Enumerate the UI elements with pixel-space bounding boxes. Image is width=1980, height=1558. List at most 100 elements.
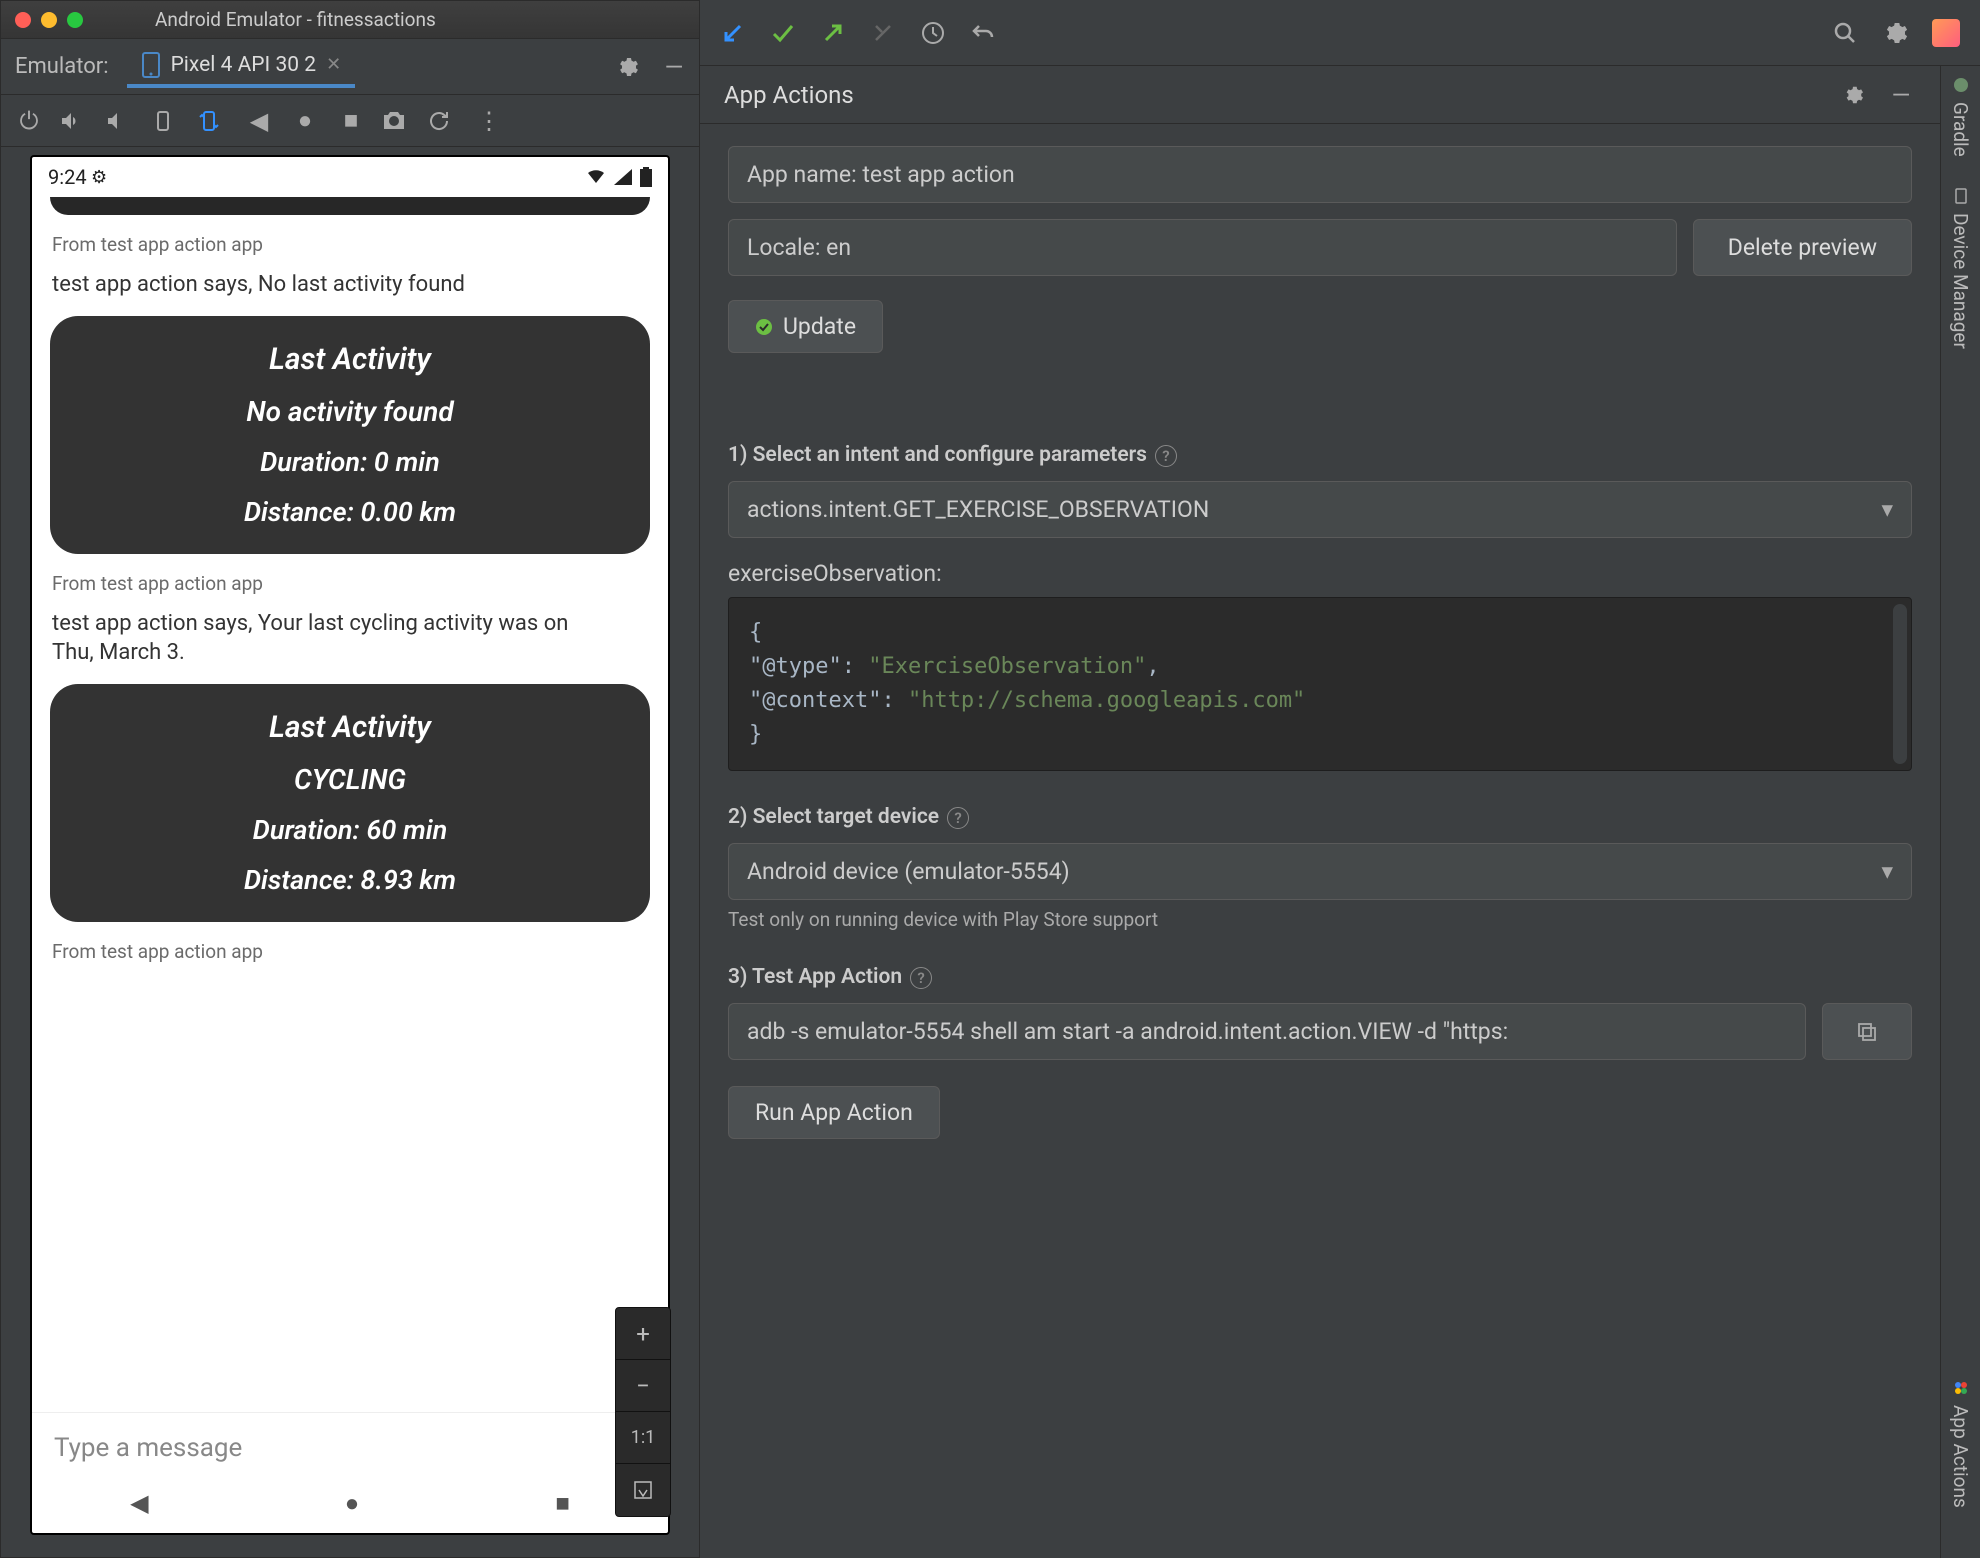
- check-icon[interactable]: [770, 20, 806, 46]
- mac-titlebar: Android Emulator - fitnessactions: [1, 1, 699, 39]
- ide-pane: App Actions — App name: test app action …: [700, 0, 1980, 1558]
- window-title: Android Emulator - fitnessactions: [95, 8, 685, 31]
- chevron-down-icon: ▾: [1881, 858, 1893, 885]
- zoom-in-button[interactable]: +: [616, 1308, 670, 1360]
- overview-icon[interactable]: ■: [335, 106, 367, 135]
- history-icon[interactable]: [920, 20, 956, 46]
- side-rail: Gradle Device Manager App Actions: [1940, 66, 1980, 1558]
- gear-icon[interactable]: [615, 55, 645, 79]
- locale-field[interactable]: Locale: en: [728, 219, 1677, 276]
- card-title: Last Activity: [70, 710, 630, 745]
- step-label: 1) Select an intent and configure parame…: [728, 443, 1912, 467]
- user-avatar[interactable]: [1932, 19, 1960, 47]
- zoom-reset-button[interactable]: 1:1: [616, 1412, 670, 1464]
- copy-button[interactable]: [1822, 1003, 1912, 1060]
- panel-title: App Actions: [724, 81, 854, 109]
- wifi-icon: [586, 169, 606, 185]
- card-line: Distance: 8.93 km: [70, 864, 630, 896]
- device-hint: Test only on running device with Play St…: [728, 908, 1912, 931]
- step-label: 2) Select target device?: [728, 805, 1912, 829]
- nav-home-icon[interactable]: ●: [345, 1489, 360, 1518]
- siderail-app-actions[interactable]: App Actions: [1949, 1379, 1972, 1508]
- intent-value: actions.intent.GET_EXERCISE_OBSERVATION: [747, 496, 1209, 523]
- settings-icon[interactable]: [1882, 20, 1918, 46]
- chevron-down-icon: ▾: [1881, 496, 1893, 523]
- help-icon[interactable]: ?: [947, 807, 969, 829]
- ide-toolbar: [700, 0, 1980, 66]
- chat-area[interactable]: From test app action app test app action…: [32, 197, 668, 1412]
- from-label: From test app action app: [52, 572, 650, 595]
- siderail-gradle[interactable]: Gradle: [1949, 76, 1972, 157]
- back-icon[interactable]: ◀: [243, 107, 275, 135]
- delete-preview-button[interactable]: Delete preview: [1693, 219, 1912, 276]
- arrow-up-right-icon[interactable]: [820, 20, 856, 46]
- activity-card: Last Activity No activity found Duration…: [50, 316, 650, 554]
- from-label: From test app action app: [52, 233, 650, 256]
- power-icon[interactable]: ⏻: [13, 107, 45, 135]
- undo-icon[interactable]: [970, 20, 1006, 46]
- screenshot-icon[interactable]: [381, 110, 413, 132]
- rotate-left-icon[interactable]: [151, 109, 183, 133]
- nav-overview-icon[interactable]: ■: [555, 1489, 570, 1518]
- refresh-icon[interactable]: [427, 109, 459, 133]
- volume-up-icon[interactable]: [59, 109, 91, 133]
- panel-minimize-icon[interactable]: —: [1886, 81, 1916, 109]
- card-line: Distance: 0.00 km: [70, 496, 630, 528]
- help-icon[interactable]: ?: [1155, 445, 1177, 467]
- home-icon[interactable]: ●: [289, 106, 321, 135]
- panel-header: App Actions —: [700, 66, 1940, 124]
- device-select[interactable]: Android device (emulator-5554) ▾: [728, 843, 1912, 900]
- zoom-fit-button[interactable]: [616, 1464, 670, 1516]
- branch-disabled-icon: [870, 20, 906, 46]
- close-tab-icon[interactable]: ✕: [326, 54, 341, 75]
- card-line: Duration: 0 min: [70, 446, 630, 478]
- emulator-pane: Android Emulator - fitnessactions Emulat…: [0, 0, 700, 1558]
- arrow-down-left-icon[interactable]: [720, 20, 756, 46]
- update-button[interactable]: Update: [728, 300, 883, 353]
- android-nav-bar: ◀ ● ■: [32, 1473, 668, 1533]
- app-name-field[interactable]: App name: test app action: [728, 146, 1912, 203]
- scrollbar[interactable]: [1893, 604, 1907, 764]
- close-window-icon[interactable]: [15, 12, 31, 28]
- panel-gear-icon[interactable]: [1842, 84, 1872, 106]
- emulator-tab-label: Pixel 4 API 30 2: [171, 53, 317, 77]
- intent-select[interactable]: actions.intent.GET_EXERCISE_OBSERVATION …: [728, 481, 1912, 538]
- activity-card: Last Activity CYCLING Duration: 60 min D…: [50, 684, 650, 922]
- card-line: Duration: 60 min: [70, 814, 630, 846]
- assistant-text: test app action says, Your last cycling …: [52, 609, 612, 668]
- from-label: From test app action app: [52, 940, 650, 963]
- json-editor[interactable]: { "@type": "ExerciseObservation", "@cont…: [728, 597, 1912, 771]
- rotate-right-icon[interactable]: [197, 109, 229, 133]
- status-bar: 9:24 ⚙: [32, 157, 668, 197]
- phone-icon: [141, 52, 161, 78]
- battery-icon: [640, 167, 652, 187]
- run-app-action-button[interactable]: Run App Action: [728, 1086, 940, 1139]
- status-gear-icon: ⚙: [87, 167, 108, 188]
- zoom-controls: + − 1:1: [615, 1307, 671, 1517]
- step-label: 3) Test App Action?: [728, 965, 1912, 989]
- update-label: Update: [783, 313, 856, 340]
- emulator-toolbar: ⏻ ◀ ● ■ ⋮: [1, 95, 699, 147]
- volume-down-icon[interactable]: [105, 109, 137, 133]
- help-icon[interactable]: ?: [910, 967, 932, 989]
- device-value: Android device (emulator-5554): [747, 858, 1070, 885]
- status-time: 9:24: [48, 165, 87, 189]
- siderail-device-manager[interactable]: Device Manager: [1949, 187, 1972, 349]
- minimize-window-icon[interactable]: [41, 12, 57, 28]
- device-screen: 9:24 ⚙: [30, 155, 670, 1535]
- emulator-tab-row: Emulator: Pixel 4 API 30 2 ✕ —: [1, 39, 699, 95]
- signal-icon: [614, 169, 632, 185]
- card-title: Last Activity: [70, 342, 630, 377]
- param-label: exerciseObservation:: [728, 560, 1912, 587]
- more-icon[interactable]: ⋮: [473, 107, 505, 135]
- search-icon[interactable]: [1832, 20, 1868, 46]
- message-input[interactable]: Type a message: [54, 1433, 646, 1463]
- window-controls: [15, 12, 83, 28]
- zoom-out-button[interactable]: −: [616, 1360, 670, 1412]
- emulator-tab[interactable]: Pixel 4 API 30 2 ✕: [127, 46, 356, 88]
- maximize-window-icon[interactable]: [67, 12, 83, 28]
- check-circle-icon: [755, 318, 773, 336]
- minimize-icon[interactable]: —: [659, 53, 689, 81]
- nav-back-icon[interactable]: ◀: [130, 1489, 148, 1517]
- adb-command-field[interactable]: adb -s emulator-5554 shell am start -a a…: [728, 1003, 1806, 1060]
